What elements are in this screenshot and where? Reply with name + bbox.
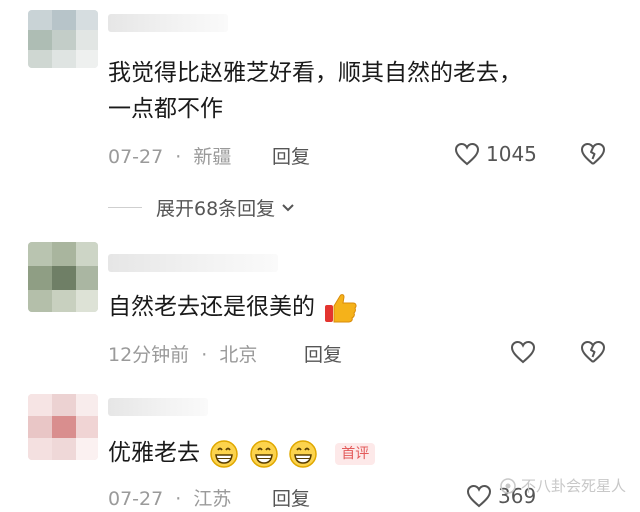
grinning-face-emoji xyxy=(210,439,239,468)
reply-button[interactable]: 回复 xyxy=(272,484,310,511)
username-blurred[interactable] xyxy=(108,14,228,32)
broken-heart-icon[interactable] xyxy=(580,340,606,364)
comment-meta: 12分钟前 · 北京 xyxy=(108,340,257,367)
meta-separator: · xyxy=(201,344,208,366)
comment-text: 自然老去还是很美的 xyxy=(108,290,358,324)
like-count: 1045 xyxy=(486,142,537,166)
first-comment-badge: 首评 xyxy=(335,442,376,465)
comment-text-content: 优雅老去 xyxy=(108,440,200,466)
expand-replies-button[interactable]: 展开68条回复 xyxy=(108,194,297,221)
broken-heart-icon[interactable] xyxy=(580,142,606,166)
watermark-logo-icon xyxy=(500,477,516,494)
comment-meta: 07-27 · 江苏 xyxy=(108,484,231,511)
expand-replies-label: 展开68条回复 xyxy=(156,198,276,220)
comment-1: 我觉得比赵雅芝好看，顺其自然的老去， 一点都不作 07-27 · 新疆 回复 1… xyxy=(0,0,640,230)
username-blurred[interactable] xyxy=(108,398,208,416)
meta-separator: · xyxy=(175,146,182,168)
comment-text: 优雅老去 首评 xyxy=(108,436,376,470)
comment-meta: 07-27 · 新疆 xyxy=(108,142,231,169)
grinning-face-emoji xyxy=(289,439,317,468)
comment-text-line-2: 一点都不作 xyxy=(108,96,223,122)
thumbs-up-emoji xyxy=(325,293,357,322)
chevron-down-icon xyxy=(282,203,294,211)
heart-outline-icon[interactable] xyxy=(466,484,492,508)
avatar[interactable] xyxy=(28,394,98,460)
meta-separator: · xyxy=(175,488,182,510)
avatar[interactable] xyxy=(28,10,98,68)
comment-2: 自然老去还是很美的 12分钟前 · 北京 回复 xyxy=(0,230,640,380)
comment-date: 07-27 xyxy=(108,488,164,510)
grinning-face-emoji xyxy=(249,439,278,468)
comment-location: 北京 xyxy=(219,344,258,366)
reply-button[interactable]: 回复 xyxy=(272,142,310,169)
heart-outline-icon[interactable] xyxy=(454,142,480,166)
avatar[interactable] xyxy=(28,242,98,312)
watermark: 不八卦会死星人 xyxy=(499,475,626,496)
comment-location: 江苏 xyxy=(193,488,232,510)
comment-date: 12分钟前 xyxy=(108,344,190,366)
reply-button[interactable]: 回复 xyxy=(304,340,342,367)
divider-line xyxy=(108,207,142,208)
comment-date: 07-27 xyxy=(108,146,164,168)
username-blurred[interactable] xyxy=(108,254,278,272)
comment-location: 新疆 xyxy=(193,146,232,168)
watermark-text: 不八卦会死星人 xyxy=(520,477,626,495)
comment-text-line-1: 我觉得比赵雅芝好看，顺其自然的老去， xyxy=(108,60,522,86)
heart-outline-icon[interactable] xyxy=(510,340,536,364)
comment-text-content: 自然老去还是很美的 xyxy=(108,294,315,320)
